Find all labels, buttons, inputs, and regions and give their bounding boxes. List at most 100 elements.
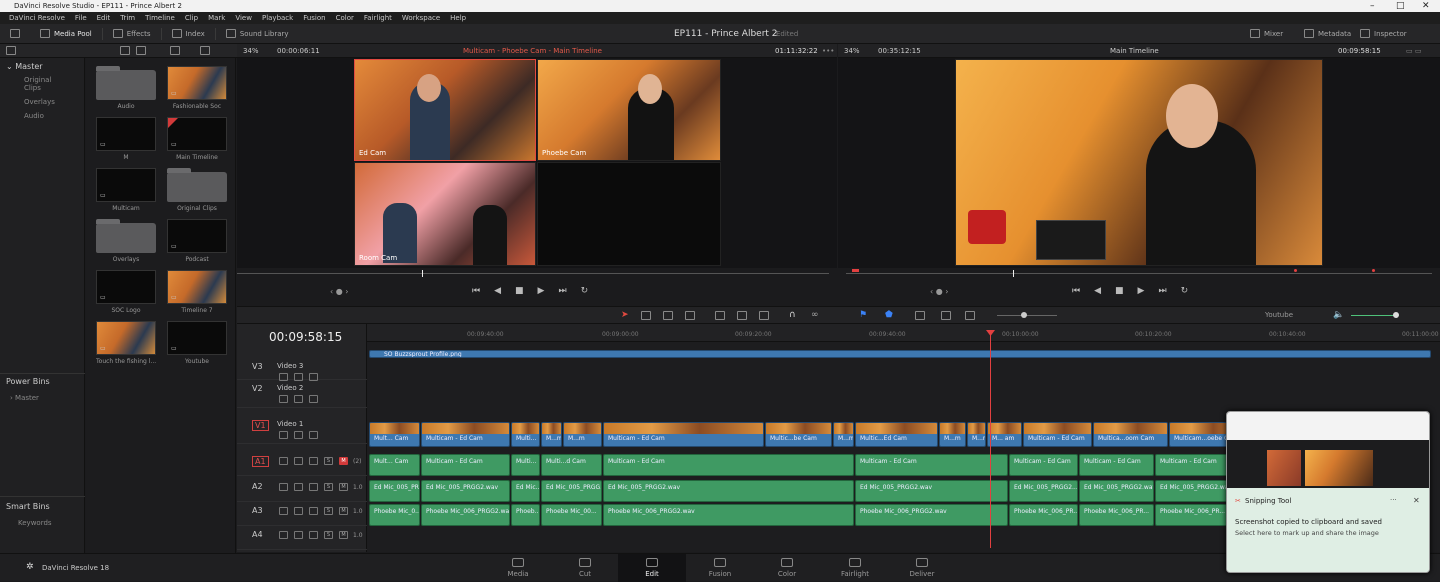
audio-clip[interactable]: Phoebe Mic_006_PR... (1009, 504, 1078, 526)
flag-icon[interactable]: ⚑ (859, 310, 867, 320)
video-clip[interactable]: Multica...oom Cam (1093, 422, 1168, 447)
minimize-icon[interactable]: – (1370, 0, 1375, 12)
marker-icon[interactable]: ⬟ (885, 310, 893, 320)
mixer-button[interactable]: Mixer (1240, 24, 1293, 44)
auto-select-icon[interactable] (294, 531, 303, 539)
play-icon[interactable]: ▶ (1138, 286, 1145, 296)
bin-master[interactable]: ⌄ Master (0, 60, 84, 73)
source-zoom[interactable]: 34% (243, 44, 259, 58)
dynamic-trim-icon[interactable] (663, 311, 673, 320)
video-clip[interactable]: M...m (967, 422, 986, 447)
insert-clip-icon[interactable] (715, 311, 725, 320)
media-clip[interactable]: ▭ Fashionable Soc (167, 66, 227, 110)
video-clip[interactable]: Mult... Cam (369, 422, 420, 447)
auto-select-icon[interactable] (294, 457, 303, 465)
source-scrub-bar[interactable] (237, 273, 829, 274)
page-tab-edit[interactable]: Edit (618, 554, 686, 582)
media-clip[interactable]: ▭ Multicam (96, 168, 156, 212)
effects-button[interactable]: Effects (103, 24, 161, 44)
snip-message-area[interactable]: ✂ Snipping Tool ··· ✕ Screenshot copied … (1227, 488, 1429, 572)
audio-clip[interactable]: Ed Mic_005_PR... (369, 480, 420, 502)
solo-icon[interactable]: S (324, 483, 333, 491)
media-clip[interactable]: ▭ Touch the fishing l... (96, 321, 156, 365)
media-clip[interactable]: Original Clips (167, 168, 227, 212)
solo-icon[interactable]: S (324, 531, 333, 539)
menu-resolve[interactable]: DaVinci Resolve (4, 14, 70, 22)
snapping-icon[interactable]: ∩ (789, 310, 796, 320)
audio-clip[interactable]: Ed Mic_005_PRGG2.wav (855, 480, 1008, 502)
audio-clip[interactable]: Ed Mic_005_PRGG2.wav (1155, 480, 1229, 502)
monitor-track-icon[interactable] (309, 531, 318, 539)
timeline-playhead[interactable] (990, 330, 991, 548)
close-icon[interactable]: ✕ (1413, 496, 1420, 505)
audio-clip[interactable]: Phoeb... (511, 504, 540, 526)
mute-icon[interactable]: M (339, 483, 348, 491)
bin-original-clips[interactable]: Original Clips (0, 73, 84, 95)
sidebar-toggle-icon[interactable] (6, 46, 16, 55)
page-tab-color[interactable]: Color (753, 554, 821, 582)
play-icon[interactable]: ▶ (538, 286, 545, 296)
workspace-icon-button[interactable] (0, 24, 30, 44)
multicam-angle-ed-cam[interactable]: Ed Cam (354, 59, 536, 161)
close-icon[interactable]: ✕ (1422, 0, 1430, 12)
video-clip[interactable]: Multicam - Ed Cam (421, 422, 510, 447)
audio-clip[interactable]: Multicam - Ed Cam (1079, 454, 1154, 476)
video-clip[interactable]: M...m (939, 422, 966, 447)
monitor-track-icon[interactable] (309, 431, 318, 439)
video-clip[interactable]: M... am (987, 422, 1022, 447)
audio-clip[interactable]: Phoebe Mic_006_PR... (1155, 504, 1229, 526)
track-name[interactable]: Video 2 (277, 384, 303, 392)
smart-bin-keywords[interactable]: Keywords (0, 516, 76, 530)
audio-clip[interactable]: Multicam - Ed Cam (855, 454, 1008, 476)
source-options-icon[interactable]: ••• (822, 44, 834, 58)
loop-icon[interactable]: ↻ (581, 286, 589, 296)
audio-clip[interactable]: Ed Mic_005_PRGG... (541, 480, 602, 502)
record-playhead[interactable] (1013, 270, 1014, 277)
index-button[interactable]: Index (162, 24, 215, 44)
menu-timeline[interactable]: Timeline (140, 14, 180, 22)
audio-clip[interactable]: Mult... Cam (369, 454, 420, 476)
volume-slider-handle[interactable] (1393, 312, 1399, 318)
source-playhead[interactable] (422, 270, 423, 277)
volume-icon[interactable]: 🔈 (1333, 310, 1344, 320)
track-header-a2[interactable]: A2 S M 1.0 (237, 478, 367, 502)
media-clip[interactable]: ▭ Main Timeline (167, 117, 227, 161)
video-clip[interactable]: Multic...Ed Cam (855, 422, 938, 447)
auto-select-icon[interactable] (294, 431, 303, 439)
multicam-angle-room-cam[interactable]: Room Cam (354, 162, 536, 266)
menu-color[interactable]: Color (331, 14, 359, 22)
menu-fairlight[interactable]: Fairlight (359, 14, 397, 22)
step-back-icon[interactable]: ◀ (494, 286, 501, 296)
media-pool-button[interactable]: Media Pool (30, 24, 102, 44)
audio-clip[interactable]: Multicam - Ed Cam (603, 454, 854, 476)
zoom-slider[interactable] (997, 315, 1057, 316)
monitor-track-icon[interactable] (309, 457, 318, 465)
sort-icon[interactable] (200, 46, 210, 55)
audio-clip[interactable]: Phoebe Mic_0... (369, 504, 420, 526)
loop-icon[interactable]: ↻ (1181, 286, 1189, 296)
audio-clip[interactable]: Ed Mic_005_PRGG2.wav (603, 480, 854, 502)
skip-start-icon[interactable]: ⏮ (1072, 286, 1080, 296)
source-viewer[interactable]: Ed Cam Phoebe Cam Room Cam (237, 58, 837, 268)
lock-icon[interactable] (279, 507, 288, 515)
grid-view-icon[interactable] (136, 46, 146, 55)
lock-icon[interactable] (279, 395, 288, 403)
snipping-tool-notification[interactable]: ✂ Snipping Tool ··· ✕ Screenshot copied … (1226, 411, 1430, 573)
track-name[interactable]: Video 1 (277, 420, 303, 428)
video-clip[interactable]: Multic...be Cam (765, 422, 832, 447)
video-clip[interactable]: M...m (563, 422, 602, 447)
stop-icon[interactable]: ■ (1115, 286, 1124, 296)
media-clip[interactable]: ▭ Youtube (167, 321, 227, 365)
menu-view[interactable]: View (230, 14, 257, 22)
selection-tool-icon[interactable]: ➤ (621, 310, 629, 320)
audio-clip[interactable]: Phoebe Mic_006_PRGG2.wav (421, 504, 510, 526)
menu-file[interactable]: File (70, 14, 92, 22)
record-scrub-bar[interactable] (846, 273, 1432, 274)
list-view-icon[interactable] (120, 46, 130, 55)
audio-clip[interactable]: Phoebe Mic_006_PR... (1079, 504, 1154, 526)
audio-clip[interactable]: Phoebe Mic_006_PRGG2.wav (855, 504, 1008, 526)
overlay-clip[interactable]: SO Buzzsprout Profile.png (369, 350, 1431, 358)
video-clip[interactable]: M...m (833, 422, 854, 447)
menu-fusion[interactable]: Fusion (298, 14, 330, 22)
overwrite-clip-icon[interactable] (737, 311, 747, 320)
